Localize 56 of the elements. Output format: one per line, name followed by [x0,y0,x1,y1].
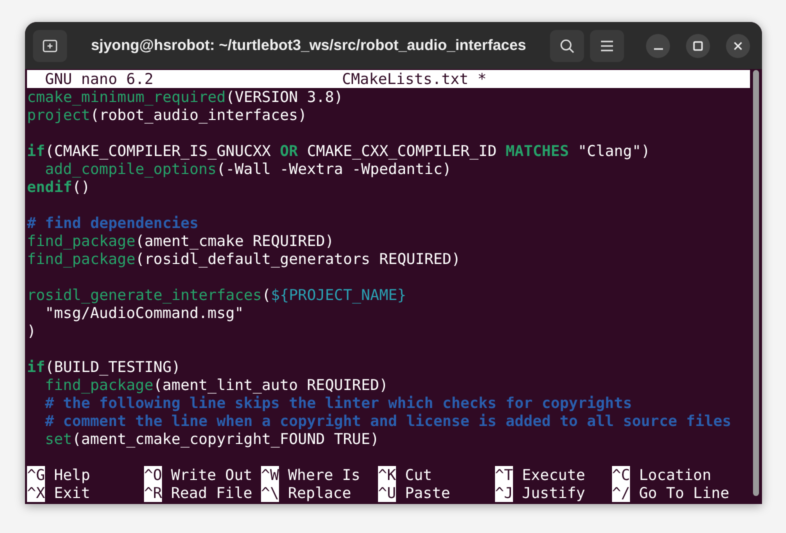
shortcut-key: ^G [27,466,45,484]
code-line: ) [27,322,36,340]
code-line: "msg/AudioCommand.msg" [45,304,244,322]
shortcut-label: Exit [54,484,90,502]
shortcut-key: ^U [378,484,396,502]
code-line: endif() [27,178,90,196]
shortcut-label: Go To Line [639,484,730,502]
maximize-icon [693,40,703,50]
code-line: project(robot_audio_interfaces) [27,106,307,124]
shortcut-key: ^O [144,466,162,484]
code-line: add_compile_options(-Wall -Wextra -Wpedantic) [45,160,452,178]
shortcut-label: Where Is [288,466,360,484]
shortcut-label: Read File [171,484,252,502]
code-line: find_package(ament_lint_auto REQUIRED) [45,376,388,394]
shortcut-key: ^C [612,466,630,484]
shortcut-key: ^X [27,484,45,502]
shortcut-key: ^W [261,466,279,484]
search-button[interactable] [550,30,584,62]
shortcut-key: ^J [495,484,513,502]
shortcut-label: Cut [405,466,432,484]
shortcut-key: ^K [378,466,396,484]
new-tab-button[interactable] [33,30,67,62]
shortcut-label: Paste [405,484,450,502]
shortcut-label: Replace [288,484,352,502]
scrollbar-thumb[interactable] [753,70,759,496]
window-title: sjyong@hsrobot: ~/turtlebot3_ws/src/robot_audio_interfaces [90,37,528,54]
close-icon [733,40,743,50]
close-button[interactable] [726,34,750,58]
nano-version: GNU nano 6.2 [45,70,154,88]
shortcut-label: Write Out [171,466,252,484]
minimize-button[interactable] [646,34,670,58]
shortcut-key: ^T [495,466,513,484]
code-line: # the following line skips the linter which checks for copyrights [45,394,632,412]
shortcut-label: Location [639,466,712,484]
code-line: if(CMAKE_COMPILER_IS_GNUCXX OR CMAKE_CXX_COMPILER_ID MATCHES "Clang") [27,142,650,160]
code-line: # find dependencies [27,214,199,232]
code-line: find_package(rosidl_default_generators REQUIRED) [27,250,460,268]
minimize-icon [654,48,662,50]
menu-icon [600,40,614,52]
new-tab-icon [42,38,58,54]
file-name: CMakeLists.txt * [342,70,486,88]
code-line: find_package(ament_cmake REQUIRED) [27,232,334,250]
shortcut-label: Justify [522,484,586,502]
maximize-button[interactable] [686,34,710,58]
code-line: cmake_minimum_required(VERSION 3.8) [27,88,344,106]
code-line: # comment the line when a copyright and license is added to all source files [45,412,732,430]
menu-button[interactable] [590,30,624,62]
shortcut-key: ^R [144,484,162,502]
search-icon [559,38,575,54]
code-line: set(ament_cmake_copyright_FOUND TRUE) [45,430,380,448]
shortcut-key: ^\ [261,484,279,502]
shortcut-label: Help [54,466,90,484]
shortcut-label: Execute [522,466,586,484]
shortcut-key: ^/ [612,484,630,502]
code-line: rosidl_generate_interfaces(${PROJECT_NAME} [27,286,406,304]
code-line: if(BUILD_TESTING) [27,358,181,376]
